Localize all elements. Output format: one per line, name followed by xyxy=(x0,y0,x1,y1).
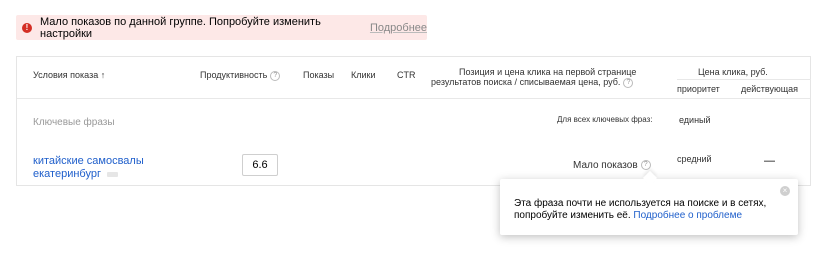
keyword-phrase-line2-text: екатеринбург xyxy=(33,168,101,180)
warning-banner: ! Мало показов по данной группе. Попробу… xyxy=(16,15,427,40)
header-position-line2: результатов поиска / списываемая цена, р… xyxy=(431,77,634,88)
table-header: Условия показа ↑ Продуктивность? Показы … xyxy=(17,57,811,99)
phrase-tag-icon[interactable] xyxy=(106,171,118,177)
tooltip-text-line2-prefix: попробуйте изменить её. xyxy=(514,210,631,221)
header-shows[interactable]: Показы xyxy=(303,70,334,80)
help-icon[interactable]: ? xyxy=(623,77,634,88)
current-price-value: — xyxy=(764,155,775,167)
warning-text: Мало показов по данной группе. Попробуйт… xyxy=(40,15,321,40)
header-current: действующая xyxy=(741,84,799,94)
keyword-phrase-line2: екатеринбург xyxy=(33,168,144,181)
problem-details-link[interactable]: Подробнее о проблеме xyxy=(633,210,742,221)
position-status-text: Мало показов xyxy=(573,160,638,171)
help-icon[interactable]: ? xyxy=(270,70,281,81)
conditions-table: Условия показа ↑ Продуктивность? Показы … xyxy=(16,56,811,186)
position-status: Мало показов? xyxy=(573,160,651,171)
keyword-phrase-line1: китайские самосвалы xyxy=(33,155,144,167)
header-priority: приоритет xyxy=(677,84,720,94)
header-divider xyxy=(677,79,811,80)
tooltip-text-line1: Эта фраза почти не используется на поиск… xyxy=(514,198,767,209)
tooltip-text-line2: попробуйте изменить её. Подробнее о проб… xyxy=(514,210,774,222)
productivity-value-field[interactable]: 6.6 xyxy=(242,154,278,176)
header-productivity-label: Продуктивность xyxy=(200,70,268,80)
header-ctr[interactable]: CTR xyxy=(397,70,416,80)
keyword-phrase-link[interactable]: китайские самосвалы екатеринбург xyxy=(33,155,144,181)
header-price-group: Цена клика, руб. xyxy=(698,67,768,77)
header-conditions-label: Условия показа xyxy=(33,70,99,80)
close-icon[interactable]: × xyxy=(780,186,790,196)
header-clicks[interactable]: Клики xyxy=(351,70,376,80)
header-position-line2-label: результатов поиска / списываемая цена, р… xyxy=(431,77,621,87)
all-phrases-label: Для всех ключевых фраз: xyxy=(557,115,653,124)
header-conditions[interactable]: Условия показа ↑ xyxy=(33,70,105,80)
tooltip-text: Эта фраза почти не используется на поиск… xyxy=(514,198,774,222)
single-price-mode[interactable]: единый xyxy=(679,115,711,125)
header-productivity[interactable]: Продуктивность? xyxy=(200,70,281,81)
sort-arrow-icon: ↑ xyxy=(100,70,106,80)
exclamation-icon: ! xyxy=(22,22,32,33)
problem-tooltip: × Эта фраза почти не используется на пои… xyxy=(500,179,798,235)
priority-value[interactable]: средний xyxy=(677,154,712,164)
help-icon[interactable]: ? xyxy=(640,160,651,171)
header-position-line1: Позиция и цена клика на первой странице xyxy=(459,67,637,77)
group-label: Ключевые фразы xyxy=(33,117,115,128)
warning-more-link[interactable]: Подробнее xyxy=(370,22,427,34)
